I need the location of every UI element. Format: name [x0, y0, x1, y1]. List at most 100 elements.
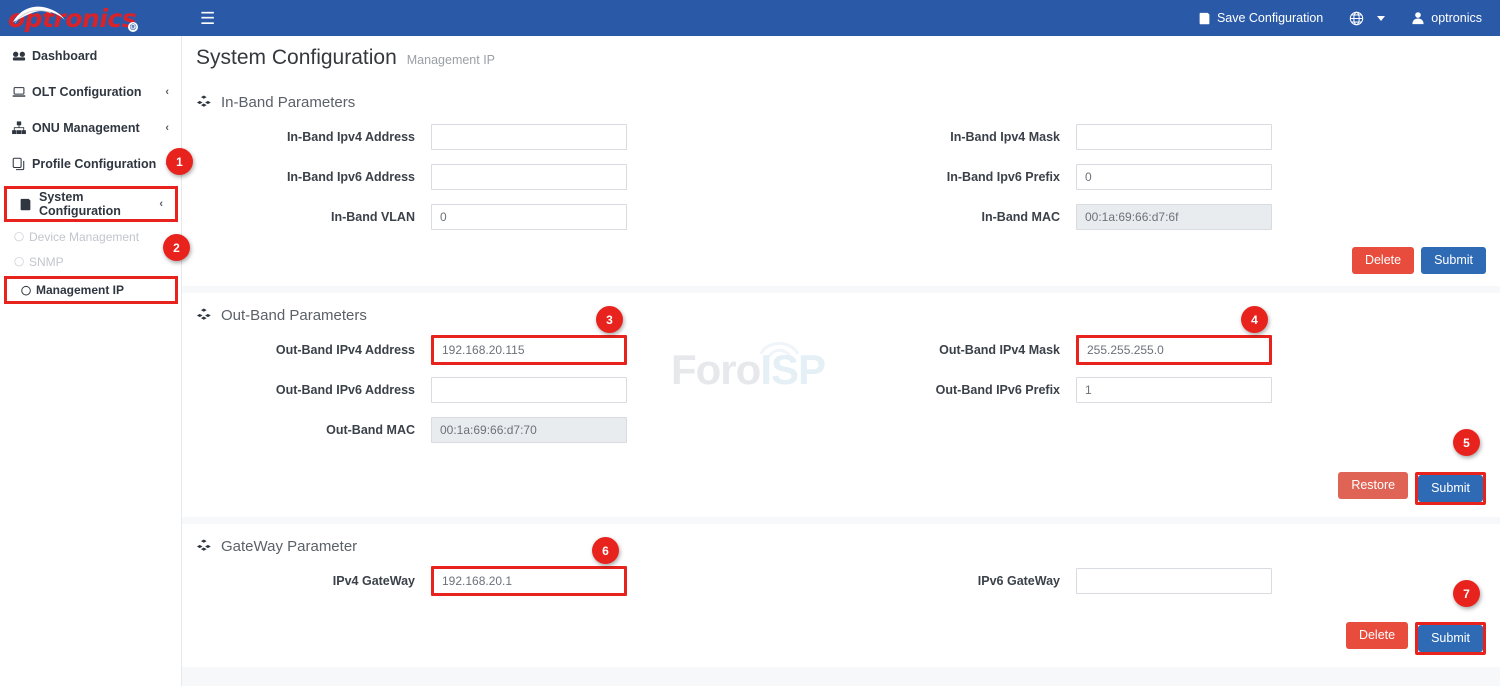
gateway-section-title: GateWay Parameter: [221, 538, 357, 555]
hamburger-icon[interactable]: ☰: [194, 7, 221, 30]
inband-button-row: Delete Submit: [196, 237, 1486, 286]
outband-section-title: Out-Band Parameters: [221, 307, 367, 324]
field-label: In-Band Ipv4 Mask: [841, 130, 1076, 144]
save-configuration-button[interactable]: Save Configuration: [1198, 11, 1323, 25]
ipv6-gateway-input[interactable]: [1076, 568, 1272, 594]
outband-row-2: Out-Band IPv6 Address Out-Band IPv6 Pref…: [196, 370, 1486, 410]
inband-ipv6-prefix-input[interactable]: [1076, 164, 1272, 190]
ipv4-gateway-input[interactable]: [431, 566, 627, 596]
field-inband-mac: In-Band MAC: [841, 197, 1486, 237]
field-inband-ipv6-address: In-Band Ipv6 Address: [196, 157, 841, 197]
sidebar-subitem-label: SNMP: [29, 255, 64, 269]
inband-vlan-input[interactable]: [431, 204, 627, 230]
step-badge-2: 2: [163, 234, 190, 261]
field-label: In-Band MAC: [841, 210, 1076, 224]
topbar-right-group: Save Configuration optro: [1172, 11, 1500, 26]
user-menu[interactable]: optronics: [1411, 11, 1482, 25]
gateway-row-1: IPv4 GateWay 6 IPv6 GateWay: [196, 561, 1486, 601]
language-selector[interactable]: [1349, 11, 1385, 26]
outband-row3-spacer: [841, 410, 1486, 450]
sidebar-item-onu-management[interactable]: ONU Management ‹: [0, 110, 181, 146]
inband-row-2: In-Band Ipv6 Address In-Band Ipv6 Prefix: [196, 157, 1486, 197]
copy-icon: [12, 157, 32, 171]
sidebar-item-label: Dashboard: [32, 49, 169, 63]
outband-restore-button[interactable]: Restore: [1338, 472, 1408, 499]
gateway-parameter-panel: GateWay Parameter IPv4 GateWay 6 IPv6 Ga…: [182, 524, 1500, 667]
sidebar-item-label: Profile Configuration: [32, 157, 165, 171]
field-outband-ipv4-mask: Out-Band IPv4 Mask 4: [841, 330, 1486, 370]
step-badge-4: 4: [1241, 306, 1268, 333]
field-label: Out-Band IPv4 Address: [196, 343, 431, 357]
brand-logo[interactable]: optronics ®: [0, 0, 182, 36]
outband-ipv4-address-input[interactable]: [431, 335, 627, 365]
step-badge-label: 3: [606, 313, 613, 327]
field-inband-ipv4-address: In-Band Ipv4 Address: [196, 117, 841, 157]
step-badge-5: 5: [1453, 429, 1480, 456]
cubes-icon: [196, 539, 212, 555]
outband-section-header: Out-Band Parameters: [196, 293, 1486, 330]
sidebar-item-dashboard[interactable]: Dashboard: [0, 38, 181, 74]
outband-submit-button[interactable]: Submit: [1418, 475, 1483, 502]
inband-submit-button[interactable]: Submit: [1421, 247, 1486, 274]
inband-delete-button[interactable]: Delete: [1352, 247, 1414, 274]
step-badge-1: 1: [166, 148, 193, 175]
step-badge-label: 4: [1251, 313, 1258, 327]
registered-mark-icon: ®: [128, 22, 138, 32]
gateway-submit-wrapper: Submit: [1415, 622, 1486, 655]
inband-row-3: In-Band VLAN In-Band MAC: [196, 197, 1486, 237]
field-outband-ipv4-address: Out-Band IPv4 Address 3: [196, 330, 841, 370]
outband-ipv6-address-input[interactable]: [431, 377, 627, 403]
inband-parameters-panel: In-Band Parameters In-Band Ipv4 Address …: [182, 80, 1500, 286]
sidebar-item-system-configuration[interactable]: System Configuration ‹: [4, 186, 178, 222]
sidebar-item-label: System Configuration: [39, 190, 159, 218]
sidebar-subitem-device-management[interactable]: ◯ Device Management: [0, 224, 181, 249]
gateway-button-row: Delete Submit 7: [196, 601, 1486, 667]
sidebar-subitem-management-ip[interactable]: ◯ Management IP: [4, 276, 178, 304]
step-badge-label: 7: [1463, 587, 1470, 601]
inband-ipv6-address-input[interactable]: [431, 164, 627, 190]
page-title: System Configuration: [196, 46, 397, 70]
field-ipv6-gateway: IPv6 GateWay: [841, 561, 1486, 601]
laptop-icon: [12, 85, 32, 99]
chevron-down-icon: [1377, 16, 1385, 21]
step-badge-7: 7: [1453, 580, 1480, 607]
step-badge-3: 3: [596, 306, 623, 333]
inband-section-header: In-Band Parameters: [196, 80, 1486, 117]
outband-mac-input: [431, 417, 627, 443]
sidebar-item-profile-configuration[interactable]: Profile Configuration ‹: [0, 146, 181, 182]
field-label: Out-Band IPv6 Address: [196, 383, 431, 397]
field-label: In-Band Ipv6 Address: [196, 170, 431, 184]
field-outband-ipv6-address: Out-Band IPv6 Address: [196, 370, 841, 410]
gateway-delete-button[interactable]: Delete: [1346, 622, 1408, 649]
field-label: IPv4 GateWay: [196, 574, 431, 588]
field-outband-ipv6-prefix: Out-Band IPv6 Prefix: [841, 370, 1486, 410]
gateway-submit-button[interactable]: Submit: [1418, 625, 1483, 652]
sidebar: Dashboard OLT Configuration ‹ ONU Manage…: [0, 36, 182, 686]
outband-ipv4-mask-input[interactable]: [1076, 335, 1272, 365]
sidebar-item-olt-configuration[interactable]: OLT Configuration ‹: [0, 74, 181, 110]
field-label: Out-Band IPv6 Prefix: [841, 383, 1076, 397]
chevron-left-icon: ‹: [165, 86, 169, 98]
field-inband-ipv6-prefix: In-Band Ipv6 Prefix: [841, 157, 1486, 197]
cubes-icon: [196, 95, 212, 111]
outband-row-3: Out-Band MAC: [196, 410, 1486, 450]
outband-ipv6-prefix-input[interactable]: [1076, 377, 1272, 403]
page-subtitle: Management IP: [407, 53, 495, 67]
step-badge-label: 5: [1463, 436, 1470, 450]
step-badge-label: 2: [173, 241, 180, 255]
inband-ipv4-address-input[interactable]: [431, 124, 627, 150]
sidebar-subitem-label: Device Management: [29, 230, 139, 244]
circle-icon: ◯: [14, 231, 29, 242]
user-icon: [1411, 11, 1425, 25]
save-configuration-label: Save Configuration: [1217, 11, 1323, 25]
field-inband-vlan: In-Band VLAN: [196, 197, 841, 237]
step-badge-label: 6: [602, 544, 609, 558]
chevron-left-icon: ‹: [165, 122, 169, 134]
sidebar-subitem-snmp[interactable]: ◯ SNMP: [0, 249, 181, 274]
sidebar-item-label: OLT Configuration: [32, 85, 165, 99]
inband-mac-input: [1076, 204, 1272, 230]
sidebar-item-label: ONU Management: [32, 121, 165, 135]
field-label: Out-Band MAC: [196, 423, 431, 437]
inband-ipv4-mask-input[interactable]: [1076, 124, 1272, 150]
inband-section-title: In-Band Parameters: [221, 94, 355, 111]
